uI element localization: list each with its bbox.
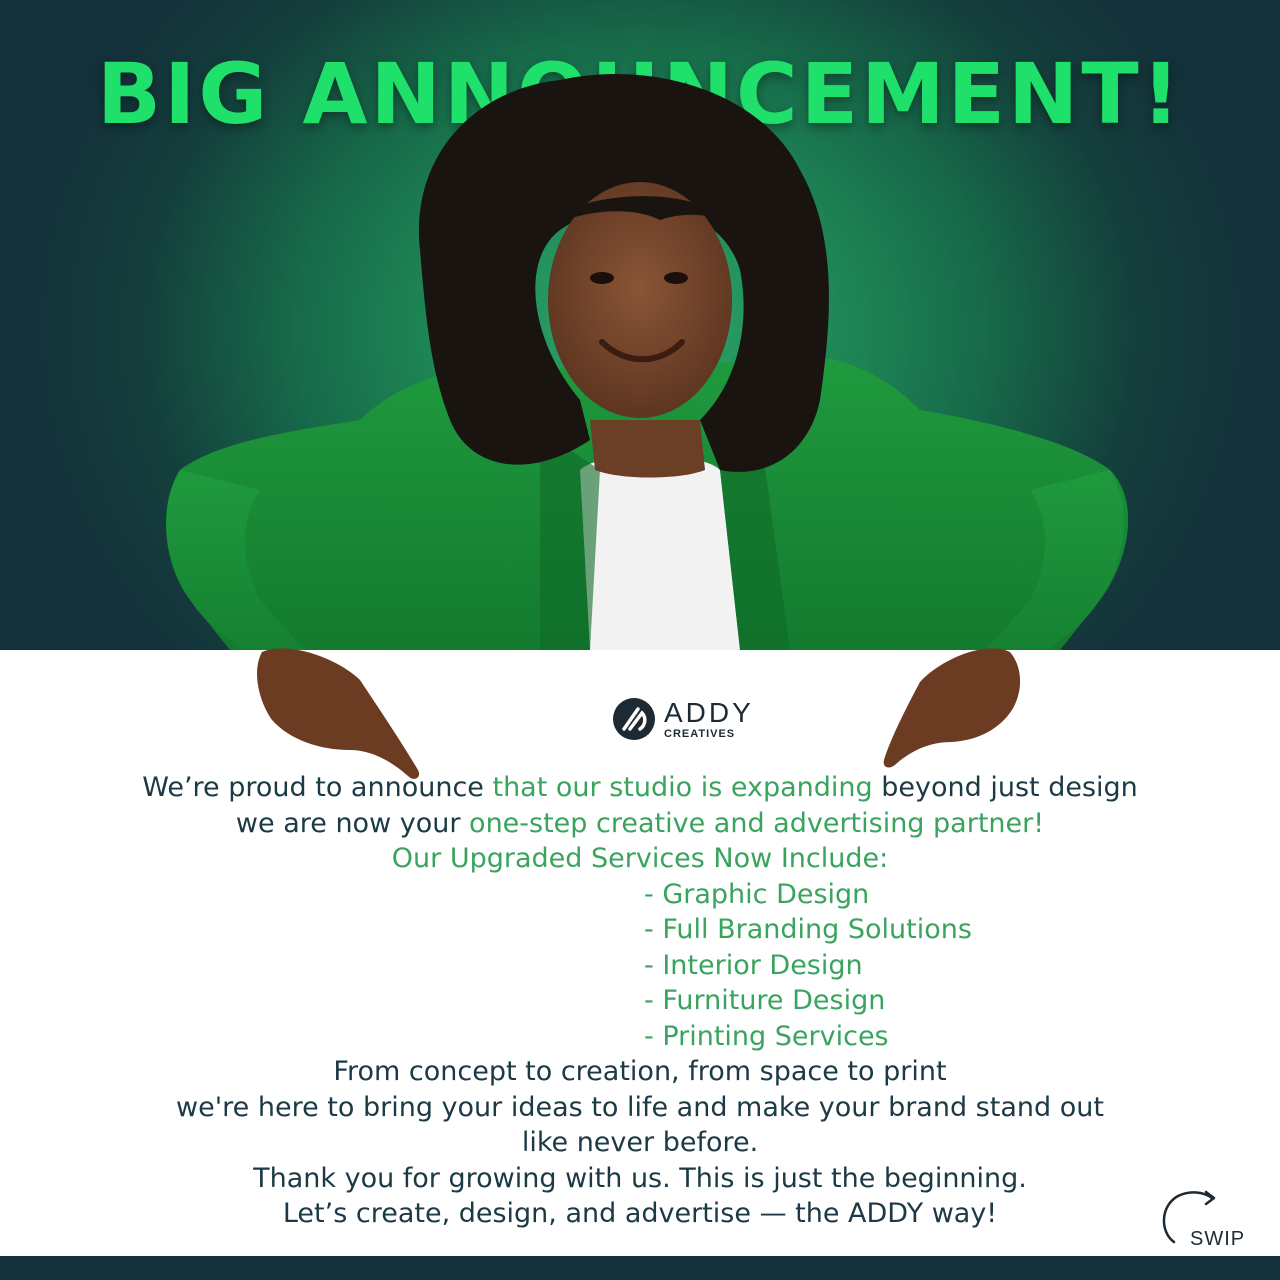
intro-line-1: We’re proud to announce that our studio … bbox=[0, 770, 1280, 806]
swipe-label: SWIP bbox=[1190, 1228, 1246, 1250]
footer-bar bbox=[0, 1256, 1280, 1280]
closing-line-1: From concept to creation, from space to … bbox=[333, 1056, 947, 1087]
service-item: - Furniture Design bbox=[644, 985, 886, 1016]
services-heading: Our Upgraded Services Now Include: bbox=[391, 843, 889, 874]
brand-logo: ADDY CREATIVES bbox=[612, 697, 754, 741]
service-item: - Printing Services bbox=[644, 1020, 889, 1052]
brand-tagline: CREATIVES bbox=[664, 727, 736, 740]
service-item: - Full Branding Solutions bbox=[644, 914, 972, 945]
intro-line-2-a: we are now your bbox=[235, 807, 470, 839]
service-item: - Interior Design bbox=[644, 949, 863, 981]
closing-line-2: we're here to bring your ideas to life a… bbox=[176, 1091, 1104, 1123]
intro-line-1-c: beyond just design bbox=[881, 772, 1138, 803]
announcement-poster: BIG ANNOUNCEMENT! ADDY CREATIVES We’re p… bbox=[0, 0, 1280, 1280]
brand-name: ADDY bbox=[664, 696, 754, 728]
announcement-body: We’re proud to announce that our studio … bbox=[0, 770, 1280, 1232]
intro-line-2: we are now your one-step creative and ad… bbox=[0, 806, 1280, 842]
closing-line-5: Let’s create, design, and advertise — th… bbox=[282, 1198, 998, 1229]
service-item: - Graphic Design bbox=[644, 878, 870, 910]
intro-line-1-a: We’re proud to announce bbox=[142, 772, 493, 803]
intro-line-2-b: one-step creative and advertising partne… bbox=[469, 807, 1045, 839]
services-list: - Graphic Design - Full Branding Solutio… bbox=[0, 877, 1280, 1055]
closing-line-4: Thank you for growing with us. This is j… bbox=[253, 1162, 1027, 1194]
addy-logo-icon bbox=[613, 698, 655, 740]
closing-line-3: like never before. bbox=[521, 1127, 759, 1158]
intro-line-1-b: that our studio is expanding bbox=[492, 772, 882, 803]
